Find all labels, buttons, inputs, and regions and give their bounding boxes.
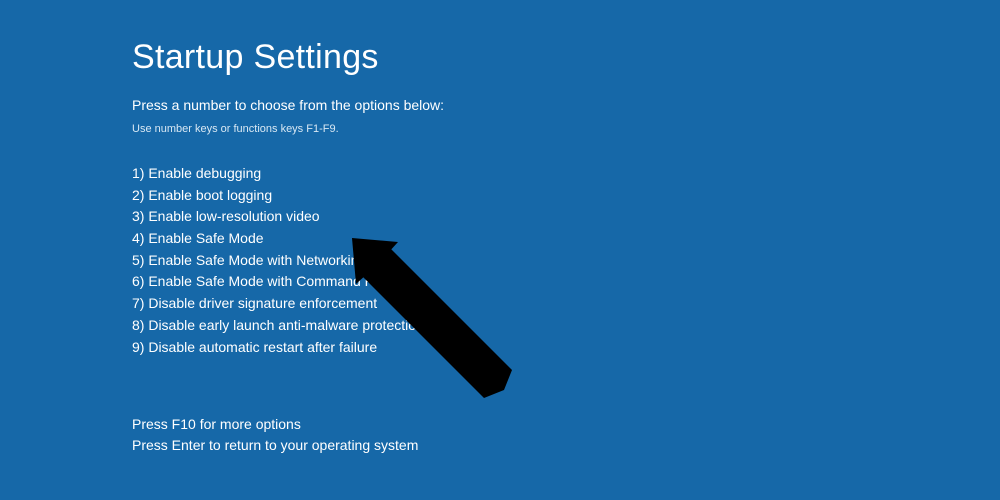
option-enable-boot-logging[interactable]: 2) Enable boot logging <box>132 185 1000 207</box>
boot-options-list: 1) Enable debugging 2) Enable boot loggi… <box>132 163 1000 358</box>
option-disable-early-launch-antimalware[interactable]: 8) Disable early launch anti-malware pro… <box>132 315 1000 337</box>
option-disable-automatic-restart[interactable]: 9) Disable automatic restart after failu… <box>132 337 1000 359</box>
option-enable-low-resolution-video[interactable]: 3) Enable low-resolution video <box>132 206 1000 228</box>
option-enable-debugging[interactable]: 1) Enable debugging <box>132 163 1000 185</box>
key-hint: Use number keys or functions keys F1-F9. <box>132 123 1000 135</box>
footer-more-options: Press F10 for more options <box>132 414 1000 435</box>
subtitle-instruction: Press a number to choose from the option… <box>132 97 1000 113</box>
startup-settings-screen: Startup Settings Press a number to choos… <box>0 0 1000 456</box>
footer-return-os: Press Enter to return to your operating … <box>132 435 1000 456</box>
option-enable-safe-mode-networking[interactable]: 5) Enable Safe Mode with Networking <box>132 250 1000 272</box>
page-title: Startup Settings <box>132 38 1000 77</box>
option-enable-safe-mode-command-prompt[interactable]: 6) Enable Safe Mode with Command Prompt <box>132 271 1000 293</box>
option-disable-driver-signature-enforcement[interactable]: 7) Disable driver signature enforcement <box>132 293 1000 315</box>
option-enable-safe-mode[interactable]: 4) Enable Safe Mode <box>132 228 1000 250</box>
